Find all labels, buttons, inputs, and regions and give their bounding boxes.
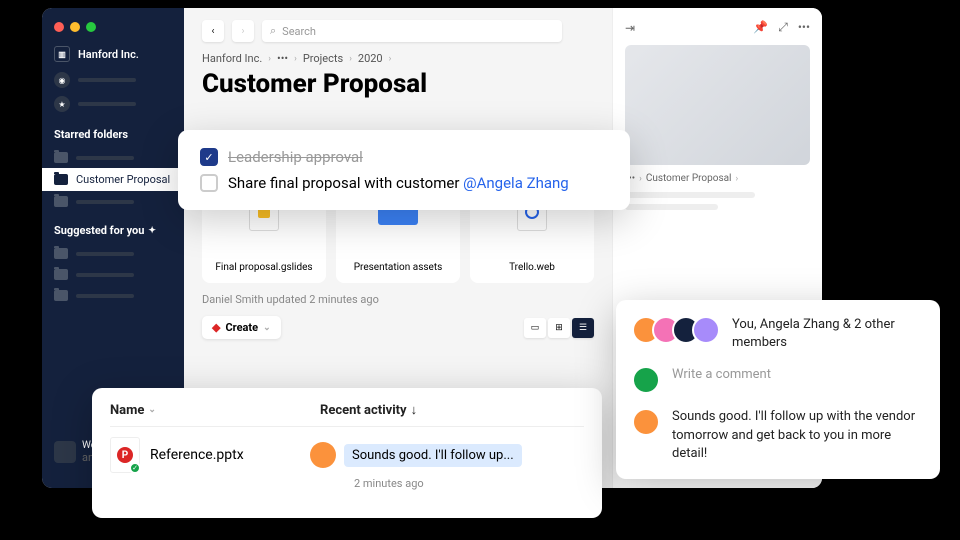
preview-image bbox=[625, 45, 810, 165]
task-label: Share final proposal with customer @Ange… bbox=[228, 174, 569, 192]
members-row: You, Angela Zhang & 2 other members bbox=[632, 316, 924, 352]
view-list-button[interactable]: ☰ bbox=[572, 318, 594, 338]
starred-folders-head: Starred folders bbox=[42, 116, 184, 147]
sort-down-icon: ↓ bbox=[411, 402, 418, 418]
building-icon: ▥ bbox=[54, 46, 70, 62]
sidebar-folder-item[interactable] bbox=[42, 191, 184, 212]
person-icon: ◉ bbox=[54, 72, 70, 88]
mention[interactable]: @Angela Zhang bbox=[463, 174, 569, 192]
task-row[interactable]: Share final proposal with customer @Ange… bbox=[200, 170, 608, 196]
maximize-icon[interactable] bbox=[86, 22, 96, 32]
col-name[interactable]: Name⌄ bbox=[110, 402, 320, 418]
comment-row: Sounds good. I'll follow up with the ven… bbox=[632, 408, 924, 463]
folder-icon bbox=[54, 290, 68, 301]
crumb-more[interactable]: ••• bbox=[277, 52, 288, 65]
crumb-org[interactable]: Hanford Inc. bbox=[202, 52, 262, 65]
avatar-stack bbox=[632, 316, 720, 344]
sidebar-folder-item[interactable] bbox=[42, 147, 184, 168]
chevron-down-icon: ⌄ bbox=[263, 323, 271, 333]
chevron-down-icon: ⌄ bbox=[148, 405, 156, 415]
collapse-icon[interactable]: ⇥ bbox=[625, 21, 635, 35]
sidebar-folder-item[interactable] bbox=[42, 264, 184, 285]
update-meta: Daniel Smith updated 2 minutes ago bbox=[202, 293, 594, 306]
panel-breadcrumb: •••›Customer Proposal› bbox=[625, 173, 810, 184]
folder-icon bbox=[54, 248, 68, 259]
file-name: Final proposal.gslides bbox=[215, 262, 312, 273]
search-icon: ⌕ bbox=[270, 24, 276, 38]
toolbar: ‹ › ⌕Search bbox=[202, 20, 594, 42]
activity-time: 2 minutes ago bbox=[354, 477, 584, 490]
comment-input[interactable]: Write a comment bbox=[672, 366, 924, 384]
sparkle-icon: ✦ bbox=[148, 226, 156, 236]
crumb-projects[interactable]: Projects bbox=[303, 52, 343, 65]
star-icon: ★ bbox=[54, 96, 70, 112]
pin-icon[interactable]: 📌 bbox=[753, 20, 768, 35]
avatar bbox=[692, 316, 720, 344]
expand-icon[interactable]: ⤢ bbox=[778, 20, 788, 35]
task-list-card: ✓ Leadership approval Share final propos… bbox=[178, 130, 630, 210]
view-card-button[interactable]: ▭ bbox=[524, 318, 546, 338]
activity-snippet: Sounds good. I'll follow up... bbox=[344, 444, 522, 467]
search-input[interactable]: ⌕Search bbox=[262, 20, 562, 42]
sidebar-star-row[interactable]: ★ bbox=[42, 92, 184, 116]
file-name: Reference.pptx bbox=[150, 447, 310, 463]
sidebar-item-customer-proposal[interactable]: Customer Proposal bbox=[42, 168, 184, 191]
comment-body: Sounds good. I'll follow up with the ven… bbox=[672, 408, 924, 463]
sidebar-folder-item[interactable] bbox=[42, 285, 184, 306]
minimize-icon[interactable] bbox=[70, 22, 80, 32]
task-label: Leadership approval bbox=[228, 148, 363, 166]
avatar bbox=[632, 366, 660, 394]
check-badge-icon: ✓ bbox=[129, 462, 141, 474]
avatar bbox=[54, 441, 76, 463]
task-row-done[interactable]: ✓ Leadership approval bbox=[200, 144, 608, 170]
more-icon[interactable]: ••• bbox=[798, 20, 810, 35]
file-name: Trello.web bbox=[509, 262, 555, 273]
sidebar-item-label: Customer Proposal bbox=[76, 173, 170, 186]
page-title: Customer Proposal bbox=[202, 69, 594, 99]
org-selector[interactable]: ▥ Hanford Inc. bbox=[42, 46, 184, 68]
org-name: Hanford Inc. bbox=[78, 48, 139, 61]
checkbox-checked-icon[interactable]: ✓ bbox=[200, 148, 218, 166]
avatar bbox=[310, 442, 336, 468]
window-controls bbox=[42, 18, 184, 46]
comment-input-row[interactable]: Write a comment bbox=[632, 366, 924, 394]
folder-icon bbox=[54, 152, 68, 163]
col-activity[interactable]: Recent activity↓ bbox=[320, 402, 584, 418]
create-button[interactable]: ◆Create⌄ bbox=[202, 316, 281, 339]
sidebar-user-row[interactable]: ◉ bbox=[42, 68, 184, 92]
create-row: ◆Create⌄ ▭ ⊞ ☰ bbox=[202, 316, 594, 339]
folder-icon bbox=[54, 174, 68, 185]
close-icon[interactable] bbox=[54, 22, 64, 32]
folder-icon bbox=[54, 196, 68, 207]
plus-icon: ◆ bbox=[212, 321, 220, 334]
comments-card: You, Angela Zhang & 2 other members Writ… bbox=[616, 300, 940, 479]
file-name: Presentation assets bbox=[354, 262, 443, 273]
members-label: You, Angela Zhang & 2 other members bbox=[732, 316, 924, 352]
suggested-head: Suggested for you✦ bbox=[42, 212, 184, 243]
forward-button[interactable]: › bbox=[232, 20, 254, 42]
sidebar-folder-item[interactable] bbox=[42, 243, 184, 264]
table-header: Name⌄ Recent activity↓ bbox=[110, 402, 584, 427]
back-button[interactable]: ‹ bbox=[202, 20, 224, 42]
file-table-card: Name⌄ Recent activity↓ P✓ Reference.pptx… bbox=[92, 388, 602, 518]
checkbox-icon[interactable] bbox=[200, 174, 218, 192]
view-switcher: ▭ ⊞ ☰ bbox=[524, 318, 594, 338]
folder-icon bbox=[54, 269, 68, 280]
table-row[interactable]: P✓ Reference.pptx Sounds good. I'll foll… bbox=[110, 427, 584, 473]
avatar bbox=[632, 408, 660, 436]
breadcrumb: Hanford Inc.› •••› Projects› 2020› bbox=[202, 52, 594, 65]
crumb-year[interactable]: 2020 bbox=[358, 52, 383, 65]
view-grid-button[interactable]: ⊞ bbox=[548, 318, 570, 338]
pptx-icon: P✓ bbox=[110, 437, 140, 473]
